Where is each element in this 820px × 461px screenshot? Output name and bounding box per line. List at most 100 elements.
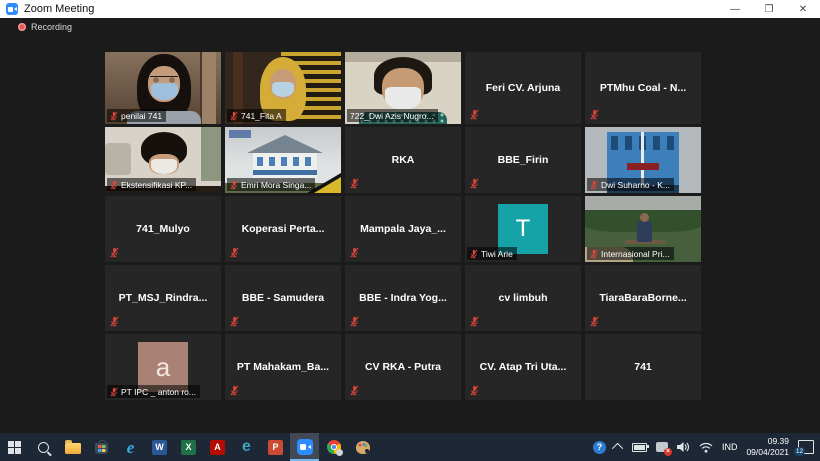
muted-mic-icon <box>230 111 238 121</box>
muted-mic-icon <box>230 385 239 396</box>
language-indicator[interactable]: IND <box>722 442 738 452</box>
participant-tile-dwi-suharno[interactable]: Dwi Suharno - K... <box>585 127 701 193</box>
tray-alert-icon[interactable] <box>656 442 668 452</box>
participant-name-label: Internasional Pri... <box>587 247 674 260</box>
participant-name: BBE_Firin <box>465 127 581 193</box>
word-button[interactable]: W <box>145 433 174 461</box>
recording-dot-icon <box>18 23 26 31</box>
muted-mic-icon <box>590 180 598 190</box>
search-button[interactable] <box>29 433 58 461</box>
participant-name-label: penilai 741 <box>107 109 166 122</box>
chrome-icon <box>327 440 341 454</box>
paint-palette-icon <box>356 441 370 454</box>
scene-shape <box>640 213 649 222</box>
clock[interactable]: 09.39 09/04/2021 <box>746 436 789 457</box>
internet-explorer-button[interactable]: e <box>116 433 145 461</box>
participant-tile-cv-rka-putra[interactable]: CV RKA - Putra <box>345 334 461 400</box>
participant-tile-rka[interactable]: RKA <box>345 127 461 193</box>
clock-time: 09.39 <box>746 436 789 447</box>
participant-name: Tiwi Arie <box>481 249 513 259</box>
minimize-button[interactable]: — <box>718 0 752 18</box>
participant-tile-penilai-741[interactable]: penilai 741 <box>105 52 221 124</box>
participant-tile-fita[interactable]: 741_Fita A <box>225 52 341 124</box>
muted-mic-icon <box>110 247 119 258</box>
participant-tile-ekstensifikasi[interactable]: Ekstensifikasi KP... <box>105 127 221 193</box>
zoom-taskbar-button[interactable] <box>290 433 319 461</box>
participant-tile-pt-msj[interactable]: PT_MSJ_Rindra... <box>105 265 221 331</box>
participant-name-label: Dwi Suharno - K... <box>587 178 674 191</box>
scene-shape <box>150 76 178 83</box>
participant-name: PT IPC _ anton ro... <box>121 387 196 397</box>
participant-name-label: Ekstensifikasi KP... <box>107 178 196 191</box>
muted-mic-icon <box>350 178 359 189</box>
muted-mic-icon <box>470 385 479 396</box>
participant-tile-ptmhu-coal[interactable]: PTMhu Coal - N... <box>585 52 701 124</box>
scene-shape <box>105 143 131 175</box>
battery-icon[interactable] <box>632 443 647 452</box>
muted-mic-icon <box>470 178 479 189</box>
help-icon[interactable]: ? <box>593 441 606 454</box>
muted-mic-icon <box>110 111 118 121</box>
participant-tile-cv-limbuh[interactable]: cv limbuh <box>465 265 581 331</box>
scene-shape <box>385 87 421 110</box>
participant-tile-cv-atap-tri[interactable]: CV. Atap Tri Uta... <box>465 334 581 400</box>
microsoft-store-button[interactable] <box>87 433 116 461</box>
wifi-icon[interactable] <box>699 442 713 453</box>
windows-taskbar: e W X A e P ? IND 09.39 09/04/2021 12 <box>0 433 820 461</box>
participant-tile-741-mulyo[interactable]: 741_Mulyo <box>105 196 221 262</box>
internet-explorer-icon: e <box>127 439 135 456</box>
paint-button[interactable] <box>348 433 377 461</box>
edge-icon: e <box>242 439 251 455</box>
start-button[interactable] <box>0 433 29 461</box>
maximize-button[interactable]: ❐ <box>752 0 786 18</box>
excel-button[interactable]: X <box>174 433 203 461</box>
participant-tile-mampala-jaya[interactable]: Mampala Jaya_... <box>345 196 461 262</box>
meeting-area: Recording penilai 741 <box>0 18 820 433</box>
participant-name: 741_Fita A <box>241 111 282 121</box>
close-button[interactable]: ✕ <box>786 0 820 18</box>
muted-mic-icon <box>230 247 239 258</box>
file-explorer-button[interactable] <box>58 433 87 461</box>
scene-shape <box>637 221 652 242</box>
participant-name: BBE - Samudera <box>225 265 341 331</box>
participant-name-label: Emri Mora Singa... <box>227 178 315 191</box>
window-titlebar: Zoom Meeting — ❐ ✕ <box>0 0 820 18</box>
participant-name: Emri Mora Singa... <box>241 180 311 190</box>
participant-tile-emri-mora[interactable]: Emri Mora Singa... <box>225 127 341 193</box>
scene-shape <box>151 159 177 174</box>
participant-name-label: Tiwi Arie <box>467 247 517 260</box>
participant-tile-741[interactable]: 741 <box>585 334 701 400</box>
powerpoint-button[interactable]: P <box>261 433 290 461</box>
participant-tile-feri-cv-arjuna[interactable]: Feri CV. Arjuna <box>465 52 581 124</box>
participant-name: CV. Atap Tri Uta... <box>465 334 581 400</box>
participant-tile-koperasi[interactable]: Koperasi Perta... <box>225 196 341 262</box>
participant-tile-bbe-firin[interactable]: BBE_Firin <box>465 127 581 193</box>
participant-tile-dwi-azis-active-speaker[interactable]: 722_Dwi Azis Nugro... <box>345 52 461 124</box>
speaker-icon[interactable] <box>677 441 690 453</box>
participant-tile-tiarabara[interactable]: TiaraBaraBorne... <box>585 265 701 331</box>
participant-tile-tiwi-arie[interactable]: T Tiwi Arie <box>465 196 581 262</box>
participant-name: Feri CV. Arjuna <box>465 52 581 124</box>
participant-name: PTMhu Coal - N... <box>585 52 701 124</box>
participant-tile-pt-ipc-anton[interactable]: a PT IPC _ anton ro... <box>105 334 221 400</box>
muted-mic-icon <box>470 316 479 327</box>
participant-name: 741 <box>585 334 701 400</box>
participant-tile-bbe-indra[interactable]: BBE - Indra Yog... <box>345 265 461 331</box>
action-center-icon[interactable]: 12 <box>798 440 814 454</box>
participant-name-label: PT IPC _ anton ro... <box>107 385 200 398</box>
edge-button[interactable]: e <box>232 433 261 461</box>
participant-tile-pt-mahakam[interactable]: PT Mahakam_Ba... <box>225 334 341 400</box>
notification-count-badge: 12 <box>794 447 805 456</box>
muted-mic-icon <box>350 316 359 327</box>
scene-shape <box>201 127 221 181</box>
chrome-button[interactable] <box>319 433 348 461</box>
muted-mic-icon <box>470 249 478 259</box>
participant-name: Internasional Pri... <box>601 249 670 259</box>
muted-mic-icon <box>350 385 359 396</box>
chevron-up-icon[interactable] <box>612 443 623 454</box>
participant-tile-bbe-samudera[interactable]: BBE - Samudera <box>225 265 341 331</box>
muted-mic-icon <box>350 247 359 258</box>
acrobat-button[interactable]: A <box>203 433 232 461</box>
participant-tile-internasional[interactable]: Internasional Pri... <box>585 196 701 262</box>
participant-name: cv limbuh <box>465 265 581 331</box>
